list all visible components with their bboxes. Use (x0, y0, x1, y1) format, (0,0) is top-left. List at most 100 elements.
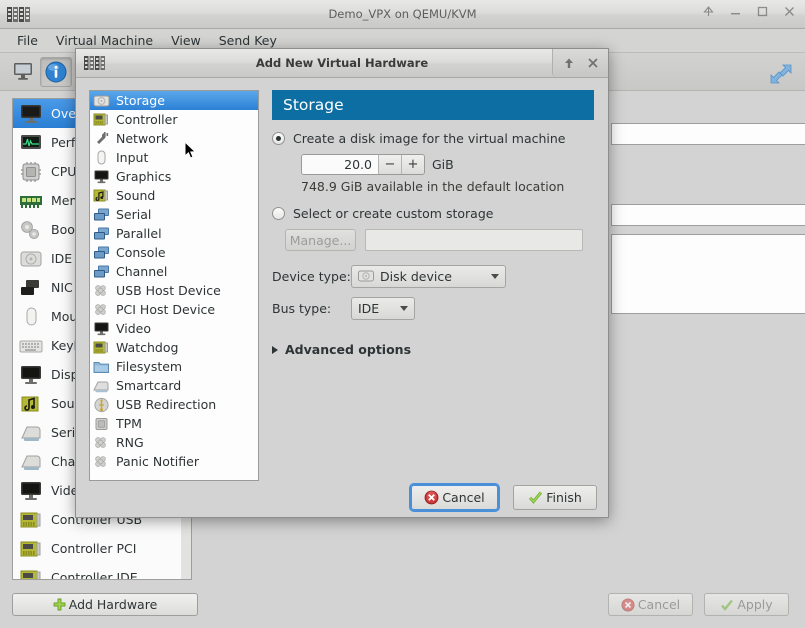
hw-item-storage[interactable]: Storage (90, 91, 258, 110)
disk-size-decrement-button[interactable]: − (378, 155, 401, 174)
host-device-icon (93, 435, 110, 451)
hw-item-controller[interactable]: Controller (90, 110, 258, 129)
hw-item-graphics[interactable]: Graphics (90, 167, 258, 186)
sidebar-item-label: Controller PCI (51, 541, 137, 556)
hw-item-parallel[interactable]: Parallel (90, 224, 258, 243)
dialog-close-button[interactable] (586, 56, 600, 70)
harddisk-icon (18, 248, 44, 270)
window-controls (701, 4, 797, 19)
info-icon (45, 61, 67, 83)
checkmark-icon (720, 598, 734, 612)
custom-storage-row: Manage... (285, 229, 597, 251)
section-banner: Storage (272, 90, 594, 120)
manage-button[interactable]: Manage... (285, 229, 356, 251)
dialog-window-controls (552, 49, 608, 77)
disk-size-value[interactable]: 20.0 (302, 155, 378, 174)
hw-item-panic-notifier[interactable]: Panic Notifier (90, 452, 258, 471)
hw-item-watchdog[interactable]: Watchdog (90, 338, 258, 357)
bus-type-combo[interactable]: IDE (351, 297, 415, 320)
bus-type-row: Bus type: IDE (272, 297, 597, 320)
hw-item-usb-redirection[interactable]: USB Redirection (90, 395, 258, 414)
advanced-options-expander[interactable]: Advanced options (272, 342, 597, 357)
dialog-cancel-button[interactable]: Cancel (411, 485, 498, 510)
memory-module-icon (18, 190, 44, 212)
hw-item-label: Input (116, 150, 149, 165)
device-type-label: Device type: (272, 269, 351, 284)
details-view-button[interactable] (40, 57, 72, 87)
hw-item-sound[interactable]: Sound (90, 186, 258, 205)
checkmark-icon (528, 490, 543, 505)
sidebar-item-controller-pci[interactable]: Controller PCI (13, 534, 191, 563)
vm-title-field[interactable] (611, 204, 805, 226)
console-icon (93, 264, 110, 280)
hw-item-label: Serial (116, 207, 152, 222)
minimize-button[interactable] (728, 4, 743, 19)
cancel-button[interactable]: Cancel (608, 593, 693, 616)
host-device-icon (93, 454, 110, 470)
hw-item-smartcard[interactable]: Smartcard (90, 376, 258, 395)
maximize-button[interactable] (755, 4, 770, 19)
console-icon (93, 245, 110, 261)
disk-size-increment-button[interactable]: + (401, 155, 424, 174)
sound-card-icon (18, 393, 44, 415)
sidebar-item-controller-ide[interactable]: Controller IDE (13, 563, 191, 580)
window-titlebar: Demo_VPX on QEMU/KVM (0, 0, 805, 29)
controller-card-icon (93, 340, 110, 356)
hw-item-channel[interactable]: Channel (90, 262, 258, 281)
sidebar-item-label: Controller IDE (51, 570, 138, 580)
hw-item-tpm[interactable]: TPM (90, 414, 258, 433)
storage-options-panel: Create a disk image for the virtual mach… (272, 131, 597, 357)
harddisk-icon (93, 93, 110, 109)
add-hardware-button[interactable]: Add Hardware (12, 593, 198, 616)
hw-item-input[interactable]: Input (90, 148, 258, 167)
hw-item-label: Video (116, 321, 152, 336)
disk-size-spinner[interactable]: 20.0 − + (301, 154, 425, 175)
cpu-chip-icon (18, 161, 44, 183)
close-button[interactable] (782, 4, 797, 19)
hw-item-console[interactable]: Console (90, 243, 258, 262)
host-device-icon (93, 302, 110, 318)
apply-button[interactable]: Apply (704, 593, 789, 616)
hw-item-rng[interactable]: RNG (90, 433, 258, 452)
available-space-text: 748.9 GiB available in the default locat… (301, 179, 565, 194)
hw-item-label: Watchdog (116, 340, 179, 355)
host-device-icon (93, 283, 110, 299)
monitor-icon (14, 63, 32, 80)
create-disk-radio[interactable] (272, 132, 285, 145)
storage-path-input[interactable] (365, 229, 583, 251)
vm-name-field[interactable] (611, 123, 805, 145)
disk-size-row: 20.0 − + GiB (301, 154, 597, 175)
hw-item-video[interactable]: Video (90, 319, 258, 338)
hw-item-usb-host-device[interactable]: USB Host Device (90, 281, 258, 300)
hw-item-label: Storage (116, 93, 165, 108)
custom-storage-radio[interactable] (272, 207, 285, 220)
display-icon (93, 169, 110, 185)
network-plug-icon (93, 131, 110, 147)
keyboard-icon (18, 335, 44, 357)
hw-item-pci-host-device[interactable]: PCI Host Device (90, 300, 258, 319)
controller-card-icon (93, 112, 110, 128)
device-type-combo[interactable]: Disk device (351, 265, 506, 288)
device-type-row: Device type: Disk device (272, 265, 597, 288)
hardware-type-list[interactable]: Storage Controller Network Input Graphic… (89, 90, 259, 481)
dialog-finish-button[interactable]: Finish (513, 485, 597, 510)
hw-item-network[interactable]: Network (90, 129, 258, 148)
console-view-button[interactable] (8, 57, 40, 87)
cancel-x-icon (424, 490, 439, 505)
fullscreen-icon[interactable] (769, 63, 793, 85)
menu-file[interactable]: File (8, 31, 47, 50)
custom-storage-radio-row[interactable]: Select or create custom storage (272, 206, 597, 221)
serial-device-icon (18, 422, 44, 444)
display-icon (18, 364, 44, 386)
hw-item-label: Graphics (116, 169, 172, 184)
add-hardware-label: Add Hardware (68, 597, 158, 612)
mouse-icon (18, 306, 44, 328)
hw-item-filesystem[interactable]: Filesystem (90, 357, 258, 376)
dialog-shade-button[interactable] (562, 56, 576, 70)
hw-item-serial[interactable]: Serial (90, 205, 258, 224)
chip-icon (93, 416, 110, 432)
shade-button[interactable] (701, 4, 716, 19)
create-disk-radio-row[interactable]: Create a disk image for the virtual mach… (272, 131, 597, 146)
vm-description-field[interactable] (611, 234, 805, 314)
hw-item-label: RNG (116, 435, 144, 450)
